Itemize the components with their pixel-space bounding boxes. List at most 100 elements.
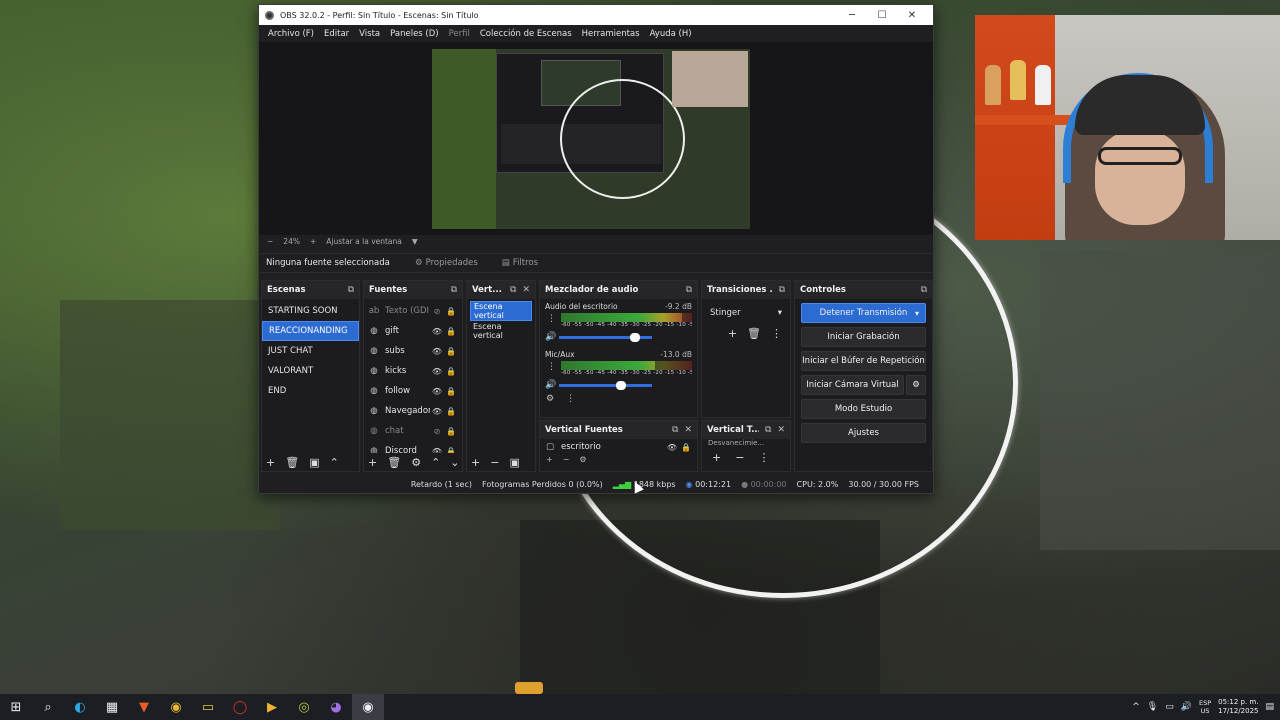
close-icon[interactable]: ✕: [522, 285, 530, 295]
network-icon[interactable]: ▭: [1165, 702, 1174, 712]
undock-icon[interactable]: ⧉: [451, 285, 457, 295]
menu-edit[interactable]: Editar: [324, 29, 349, 39]
scene-item[interactable]: VALORANT: [262, 361, 359, 381]
microphone-icon[interactable]: 🎙: [1147, 702, 1158, 712]
eye-icon[interactable]: 👁: [430, 387, 444, 396]
volume-icon[interactable]: 🔊: [1181, 702, 1192, 712]
scene-filters-icon[interactable]: ▣: [309, 456, 319, 469]
eye-off-icon[interactable]: ⊘: [430, 427, 444, 436]
eye-icon[interactable]: 👁: [430, 367, 444, 376]
add-transition-button[interactable]: +: [728, 327, 737, 340]
vertical-source-item[interactable]: ▢ escritorio 👁 🔒: [540, 439, 697, 455]
vertical-transition-select[interactable]: Desvanecimie...: [702, 439, 790, 449]
remove-vertical-scene-button[interactable]: −: [490, 456, 499, 469]
lock-icon[interactable]: 🔒: [444, 387, 458, 396]
transition-select[interactable]: Stinger ▾: [706, 304, 786, 322]
more-vertical-icon[interactable]: ⋮: [547, 362, 556, 372]
opera-icon[interactable]: ◯: [224, 694, 256, 720]
file-explorer-icon[interactable]: ▭: [192, 694, 224, 720]
trash-icon[interactable]: 🗑: [285, 456, 299, 469]
menu-view[interactable]: Vista: [359, 29, 380, 39]
studio-mode-button[interactable]: Modo Estudio: [801, 399, 926, 419]
chevron-up-icon[interactable]: ⌃: [431, 456, 440, 469]
zoom-out-button[interactable]: −: [267, 237, 273, 246]
windows-start-icon[interactable]: ⊞: [0, 694, 32, 720]
start-recording-button[interactable]: Iniciar Grabación: [801, 327, 926, 347]
add-vertical-scene-button[interactable]: +: [471, 456, 480, 469]
menu-docks[interactable]: Paneles (D): [390, 29, 438, 39]
settings-button[interactable]: Ajustes: [801, 423, 926, 443]
lock-icon[interactable]: 🔒: [444, 427, 458, 436]
speaker-icon[interactable]: 🔊: [545, 380, 559, 390]
scene-item[interactable]: STARTING SOON: [262, 301, 359, 321]
app-icon[interactable]: ◎: [288, 694, 320, 720]
clock[interactable]: 05:12 p. m. 17/12/2025: [1218, 698, 1258, 716]
preview-area[interactable]: [259, 42, 933, 235]
add-vertical-source-button[interactable]: +: [546, 455, 553, 464]
eye-off-icon[interactable]: ⊘: [430, 307, 444, 316]
replay-buffer-button[interactable]: Iniciar el Búfer de Repetición: [801, 351, 926, 371]
remove-vertical-transition-button[interactable]: −: [735, 451, 744, 464]
scene-item[interactable]: END: [262, 381, 359, 401]
close-icon[interactable]: ✕: [684, 425, 692, 435]
stream-preview[interactable]: [432, 49, 750, 229]
maximize-button[interactable]: ☐: [867, 10, 897, 21]
vertical-scene-item-selected[interactable]: Escena vertical: [470, 301, 532, 321]
menu-file[interactable]: Archivo (F): [268, 29, 314, 39]
edge-icon[interactable]: ◐: [64, 694, 96, 720]
brave-icon[interactable]: ▼: [128, 694, 160, 720]
vertical-scene-item[interactable]: Escena vertical: [470, 321, 532, 341]
eye-icon[interactable]: 👁: [430, 347, 444, 356]
add-source-button[interactable]: +: [368, 456, 377, 469]
eye-icon[interactable]: 👁: [665, 443, 679, 452]
lock-icon[interactable]: 🔒: [444, 367, 458, 376]
undock-icon[interactable]: ⧉: [348, 285, 354, 295]
virtual-camera-button[interactable]: Iniciar Cámara Virtual: [801, 375, 904, 395]
scene-item-selected[interactable]: REACCIONANDING: [262, 321, 359, 341]
lock-icon[interactable]: 🔒: [444, 347, 458, 356]
search-icon[interactable]: ⌕: [32, 694, 64, 720]
mixer-settings-icon[interactable]: ⚙: [546, 394, 554, 404]
more-vertical-icon[interactable]: ⋮: [566, 394, 575, 404]
source-item[interactable]: ◍ Discord 👁 🔒: [364, 441, 462, 453]
filters-button[interactable]: ▤ Filtros: [494, 258, 546, 268]
notifications-icon[interactable]: ▤: [1265, 702, 1274, 712]
add-vertical-transition-button[interactable]: +: [712, 451, 721, 464]
volume-slider[interactable]: [559, 380, 652, 390]
undock-icon[interactable]: ⧉: [765, 425, 771, 435]
menu-profile[interactable]: Perfil: [449, 29, 470, 39]
store-icon[interactable]: ▦: [96, 694, 128, 720]
more-vertical-icon[interactable]: ⋮: [547, 314, 556, 324]
chevron-down-icon[interactable]: ▼: [412, 237, 418, 246]
source-item[interactable]: ◍ chat ⊘ 🔒: [364, 421, 462, 441]
undock-icon[interactable]: ⧉: [510, 285, 516, 295]
eye-icon[interactable]: 👁: [430, 327, 444, 336]
chevron-up-icon[interactable]: ⌃: [330, 456, 339, 469]
volume-slider[interactable]: [559, 332, 652, 342]
more-vertical-icon[interactable]: ⋮: [771, 327, 782, 340]
remove-vertical-source-button[interactable]: −: [563, 455, 570, 464]
trash-icon[interactable]: 🗑: [747, 327, 761, 340]
undock-icon[interactable]: ⧉: [672, 425, 678, 435]
lock-icon[interactable]: 🔒: [444, 407, 458, 416]
undock-icon[interactable]: ⧉: [779, 285, 785, 295]
chevron-down-icon[interactable]: ⌄: [450, 456, 459, 469]
zoom-in-button[interactable]: +: [310, 237, 316, 246]
gear-icon[interactable]: ⚙: [906, 375, 926, 395]
source-item[interactable]: ◍ Navegador 👁 🔒: [364, 401, 462, 421]
close-icon[interactable]: ✕: [777, 425, 785, 435]
minimize-button[interactable]: ─: [837, 10, 867, 21]
lock-icon[interactable]: 🔒: [679, 443, 693, 452]
source-item[interactable]: ◍ gift 👁 🔒: [364, 321, 462, 341]
speaker-icon[interactable]: 🔊: [545, 332, 559, 342]
undock-icon[interactable]: ⧉: [686, 285, 692, 295]
scene-item[interactable]: JUST CHAT: [262, 341, 359, 361]
gear-icon[interactable]: ⚙: [411, 456, 421, 469]
menu-tools[interactable]: Herramientas: [582, 29, 640, 39]
close-button[interactable]: ✕: [897, 10, 927, 21]
chevron-down-icon[interactable]: ▾: [915, 309, 919, 318]
source-item[interactable]: ◍ follow 👁 🔒: [364, 381, 462, 401]
source-item[interactable]: ◍ subs 👁 🔒: [364, 341, 462, 361]
eye-icon[interactable]: 👁: [430, 407, 444, 416]
language-indicator[interactable]: ESP US: [1199, 699, 1211, 715]
